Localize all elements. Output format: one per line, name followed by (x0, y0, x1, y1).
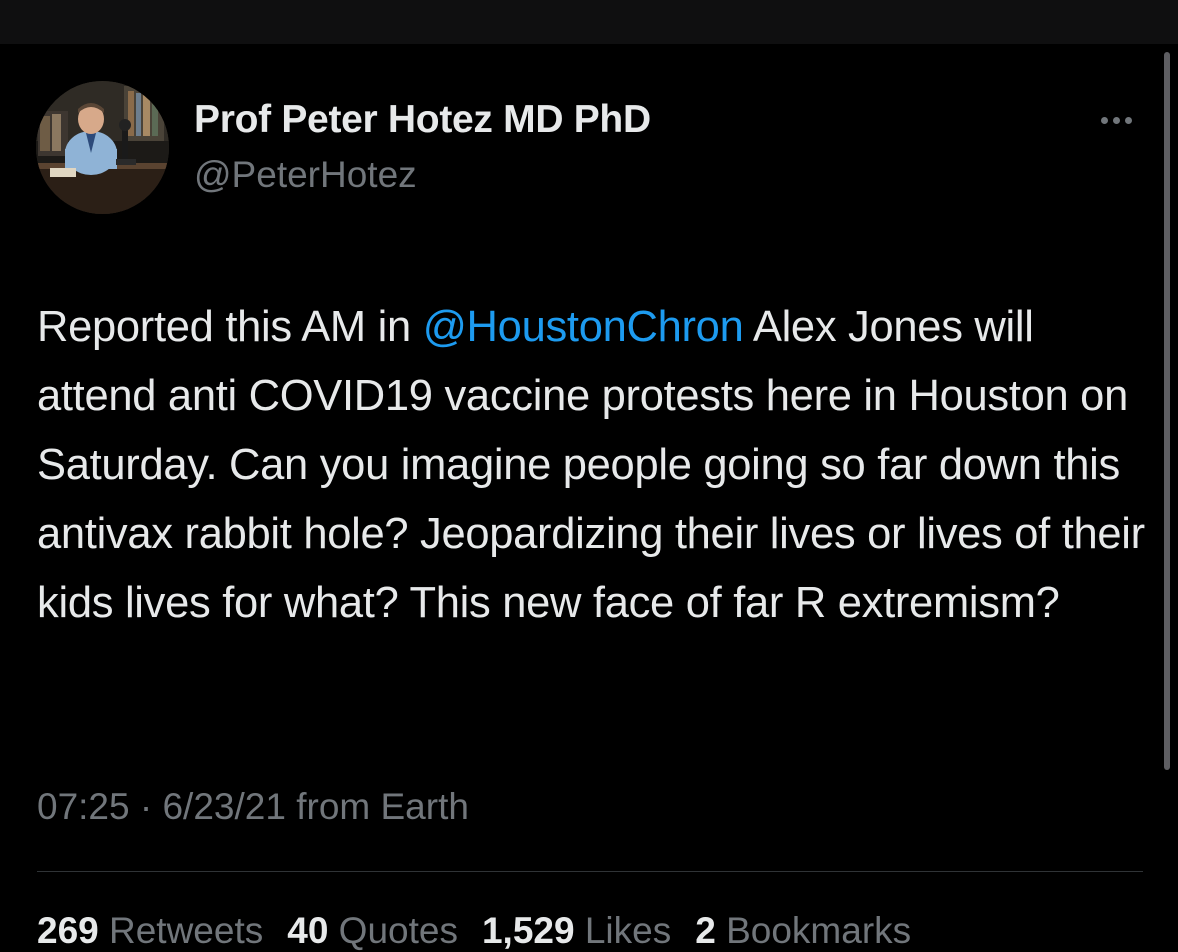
bookmarks-count[interactable]: 2 (695, 910, 716, 951)
more-dot (1100, 116, 1108, 124)
tweet-text-part: Reported this AM in (37, 303, 423, 351)
mention-link[interactable]: @HoustonChron (423, 303, 744, 351)
tweet-time[interactable]: 07:25 (37, 786, 130, 827)
tweet-text-part: Alex Jones will attend anti COVID19 vacc… (37, 303, 1145, 627)
tweet-detail: Prof Peter Hotez MD PhD @PeterHotez Repo… (0, 44, 1160, 951)
avatar-photo (36, 81, 169, 214)
author-handle[interactable]: @PeterHotez (194, 154, 417, 196)
tweet-date[interactable]: 6/23/21 (162, 786, 285, 827)
tweet-source: from Earth (285, 786, 469, 827)
likes-count[interactable]: 1,529 (482, 910, 575, 951)
tweet-text: Reported this AM in @HoustonChron Alex J… (37, 293, 1152, 638)
quotes-count[interactable]: 40 (287, 910, 328, 951)
scrollbar-thumb[interactable] (1164, 52, 1170, 770)
top-bar (0, 0, 1178, 44)
more-dot (1124, 116, 1132, 124)
retweets-label[interactable]: Retweets (99, 910, 263, 951)
meta-separator: · (129, 786, 163, 827)
tweet-metadata: 07:25 · 6/23/21 from Earth (37, 786, 469, 828)
scrollbar[interactable] (1162, 52, 1172, 772)
author-display-name[interactable]: Prof Peter Hotez MD PhD (194, 98, 651, 142)
avatar[interactable] (36, 81, 169, 214)
divider (37, 871, 1143, 872)
engagement-stats: 269 Retweets 40 Quotes 1,529 Likes 2 Bookma… (37, 910, 935, 952)
more-dot (1112, 116, 1120, 124)
likes-label[interactable]: Likes (575, 910, 671, 951)
retweets-count[interactable]: 269 (37, 910, 99, 951)
more-options-icon[interactable] (1091, 110, 1141, 130)
bookmarks-label[interactable]: Bookmarks (716, 910, 911, 951)
quotes-label[interactable]: Quotes (328, 910, 458, 951)
